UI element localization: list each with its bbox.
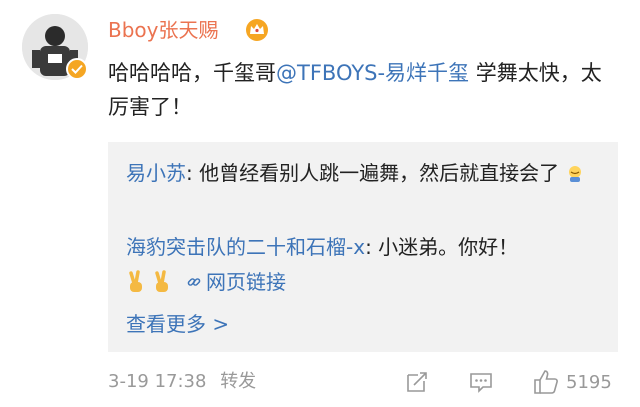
comment-item: 易小苏: 他曾经看别人跳一遍舞，然后就直接会了 <box>126 156 604 190</box>
post-body-text: 哈哈哈哈，千玺哥 <box>108 61 276 85</box>
link-icon <box>187 278 201 286</box>
repost-icon <box>407 372 427 392</box>
comment-author[interactable]: 海豹突击队的二十和石榴-x <box>126 235 365 259</box>
post-body: 哈哈哈哈，千玺哥@TFBOYS-易烊千玺 学舞太快，太厉害了！ <box>108 56 608 124</box>
comment-icon <box>470 373 492 393</box>
comments-panel: 易小苏: 他曾经看别人跳一遍舞，然后就直接会了 海豹突击队的二十和石榴-x: 小… <box>108 142 618 352</box>
comment-author[interactable]: 易小苏 <box>126 161 186 185</box>
view-more-link[interactable]: 查看更多 > <box>126 307 229 341</box>
like-count: 5195 <box>566 371 612 393</box>
emoji-icon <box>569 166 582 182</box>
weibo-post: Bboy张天赐 哈哈哈哈，千玺哥@TFBOYS-易烊千玺 学舞太快，太厉害了！ … <box>0 0 640 407</box>
like-icon <box>534 370 558 394</box>
like-button[interactable]: 5195 <box>532 366 612 398</box>
web-link[interactable]: 网页链接 <box>206 265 286 299</box>
verified-badge-icon <box>66 58 88 80</box>
comment-attachment-row: 网页链接 <box>126 265 286 299</box>
comment-separator: : <box>186 161 200 185</box>
crown-icon[interactable] <box>244 18 270 42</box>
victory-hand-icon <box>129 270 142 292</box>
comment-text: 小迷弟。你好！ <box>378 235 519 259</box>
victory-hand-icon <box>155 270 168 292</box>
username[interactable]: Bboy张天赐 <box>108 16 219 44</box>
mention-link[interactable]: @TFBOYS-易烊千玺 <box>276 61 469 85</box>
timestamp: 3-19 17:38 <box>108 371 207 392</box>
source-label[interactable]: 转发 <box>220 371 256 392</box>
repost-button[interactable] <box>404 366 430 398</box>
comment-button[interactable] <box>468 366 494 398</box>
post-meta: 3-19 17:38 转发 <box>108 368 256 396</box>
comment-item: 海豹突击队的二十和石榴-x: 小迷弟。你好！ <box>126 230 604 264</box>
comment-text: 他曾经看别人跳一遍舞，然后就直接会了 <box>199 161 560 185</box>
comment-separator: : <box>365 235 379 259</box>
